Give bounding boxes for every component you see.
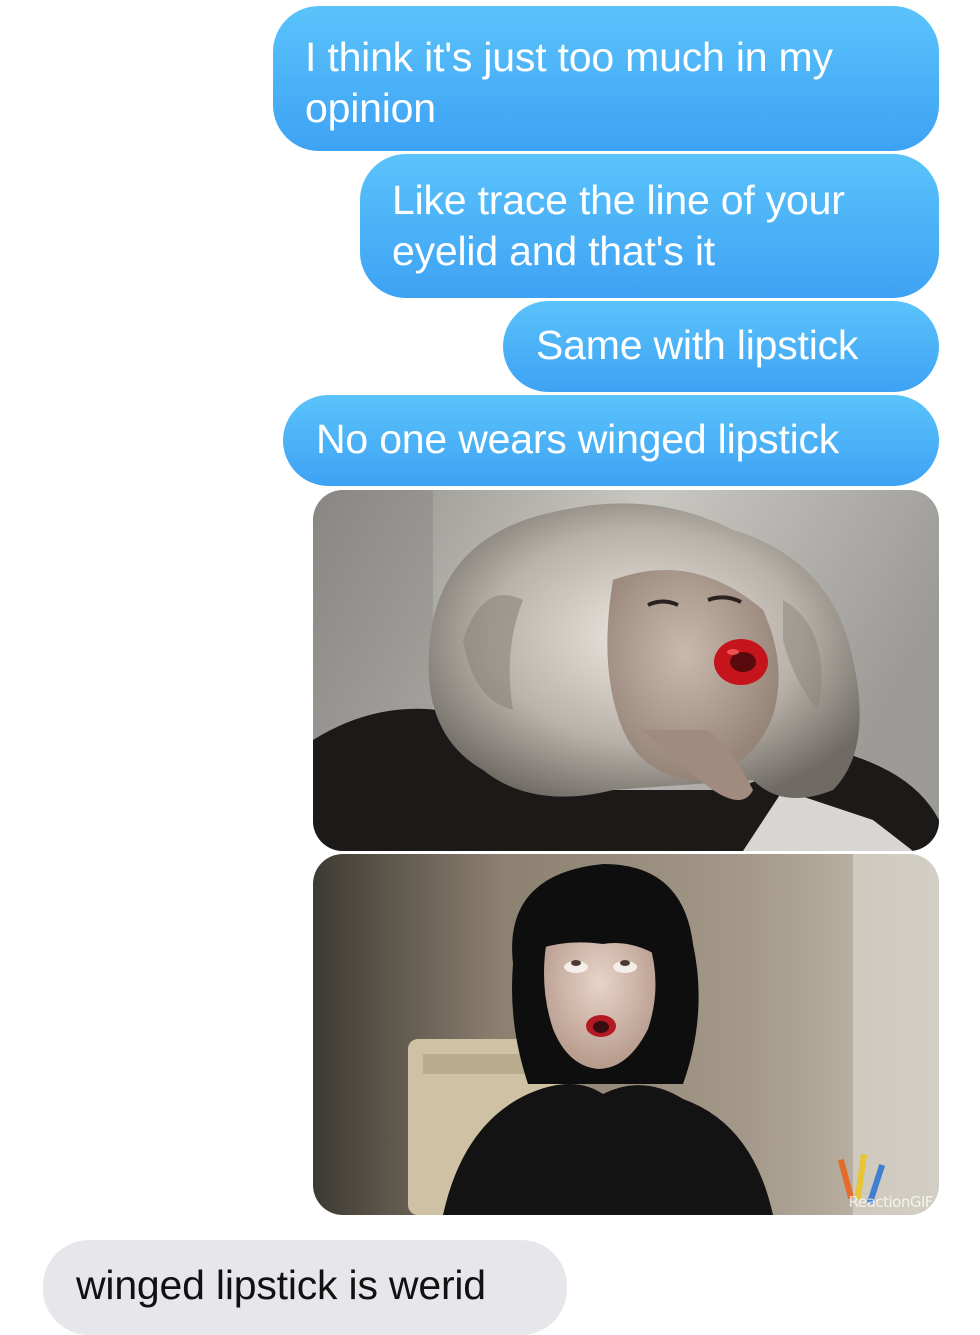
gif-watermark: ReactionGIF — [848, 1193, 934, 1211]
message-text: Same with lipstick — [536, 322, 859, 368]
gif-image — [313, 490, 939, 851]
sent-message-bubble[interactable]: No one wears winged lipstick — [283, 395, 939, 486]
gif-attachment-eyeroll[interactable]: ReactionGIF — [313, 854, 939, 1215]
gif-attachment-kiss[interactable] — [313, 490, 939, 851]
sent-message-bubble[interactable]: I think it's just too much in my opinion — [273, 6, 939, 151]
received-message-bubble[interactable]: winged lipstick is werid — [43, 1240, 567, 1335]
message-text: Like trace the line of your eyelid and t… — [392, 177, 845, 274]
gif-image — [313, 854, 939, 1215]
message-text: I think it's just too much in my opinion — [305, 34, 833, 131]
sent-message-bubble[interactable]: Like trace the line of your eyelid and t… — [360, 154, 939, 298]
message-text: winged lipstick is werid — [76, 1262, 486, 1308]
message-text: No one wears winged lipstick — [316, 416, 840, 462]
sent-message-bubble[interactable]: Same with lipstick — [503, 301, 939, 392]
